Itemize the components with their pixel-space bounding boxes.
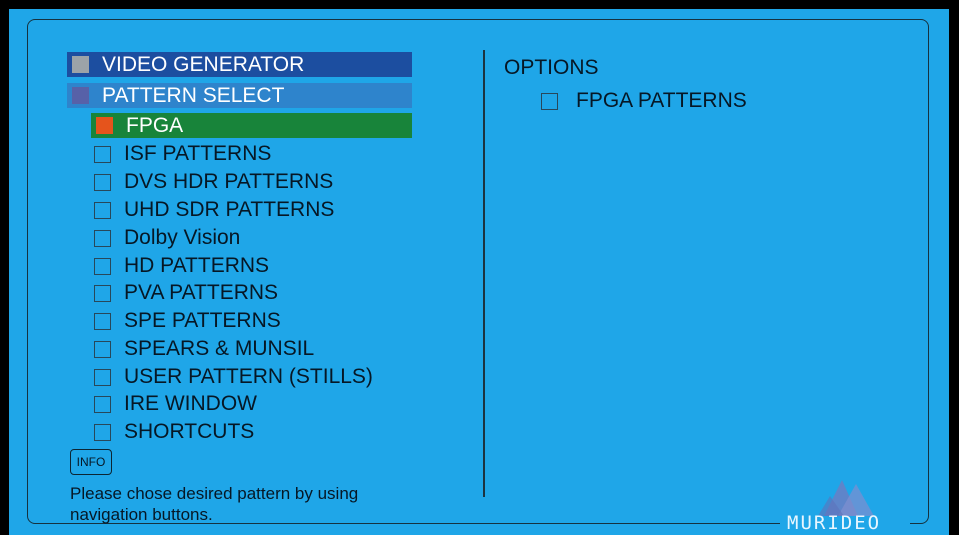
pattern-label: DVS HDR PATTERNS <box>124 170 334 193</box>
options-title: OPTIONS <box>504 56 599 79</box>
checkbox-icon <box>72 56 89 73</box>
pattern-label: HD PATTERNS <box>124 254 270 277</box>
option-label: FPGA PATTERNS <box>576 89 747 112</box>
pattern-item[interactable]: Dolby Vision <box>94 225 240 251</box>
menu-video-generator[interactable]: VIDEO GENERATOR <box>67 52 412 77</box>
pattern-label: ISF PATTERNS <box>124 142 272 165</box>
selected-marker-icon <box>96 117 113 134</box>
column-divider <box>483 50 485 497</box>
pattern-item[interactable]: IRE WINDOW <box>94 391 257 417</box>
checkbox-icon <box>94 312 111 330</box>
pattern-item[interactable]: SPEARS & MUNSIL <box>94 336 314 362</box>
checkbox-icon <box>94 340 111 358</box>
checkbox-icon <box>94 257 111 275</box>
menu-label: VIDEO GENERATOR <box>102 52 305 76</box>
pattern-label: PVA PATTERNS <box>124 281 279 304</box>
pattern-item[interactable]: USER PATTERN (STILLS) <box>94 364 373 390</box>
pattern-item[interactable]: UHD SDR PATTERNS <box>94 197 334 223</box>
pattern-item[interactable]: SPE PATTERNS <box>94 308 281 334</box>
checkbox-icon <box>541 92 558 110</box>
checkbox-icon <box>94 395 111 413</box>
pattern-item[interactable]: HD PATTERNS <box>94 253 269 279</box>
pattern-item-fpga[interactable]: FPGA <box>91 113 412 138</box>
info-button[interactable]: INFO <box>70 449 112 475</box>
menu-pattern-select[interactable]: PATTERN SELECT <box>67 83 412 108</box>
checkbox-icon <box>94 229 111 247</box>
pattern-label: SPE PATTERNS <box>124 309 281 332</box>
checkbox-icon <box>94 145 111 163</box>
checkbox-icon <box>72 87 89 104</box>
checkbox-icon <box>94 173 111 191</box>
checkbox-icon <box>94 284 111 302</box>
pattern-label: SHORTCUTS <box>124 420 255 443</box>
help-text: Please chose desired pattern by using na… <box>70 484 359 524</box>
pattern-item[interactable]: SHORTCUTS <box>94 419 254 445</box>
pattern-label: IRE WINDOW <box>124 392 257 415</box>
pattern-item[interactable]: PVA PATTERNS <box>94 280 278 306</box>
brand-name: MURIDEO <box>787 512 882 534</box>
pattern-label: Dolby Vision <box>124 226 241 249</box>
pattern-label: UHD SDR PATTERNS <box>124 198 335 221</box>
checkbox-icon <box>94 368 111 386</box>
pattern-label: FPGA <box>126 113 184 137</box>
menu-label: PATTERN SELECT <box>102 83 285 107</box>
pattern-label: SPEARS & MUNSIL <box>124 337 315 360</box>
pattern-item[interactable]: ISF PATTERNS <box>94 141 271 167</box>
option-fpga-patterns[interactable]: FPGA PATTERNS <box>541 89 747 113</box>
pattern-label: USER PATTERN (STILLS) <box>124 365 373 388</box>
pattern-item[interactable]: DVS HDR PATTERNS <box>94 169 333 195</box>
checkbox-icon <box>94 423 111 441</box>
checkbox-icon <box>94 201 111 219</box>
